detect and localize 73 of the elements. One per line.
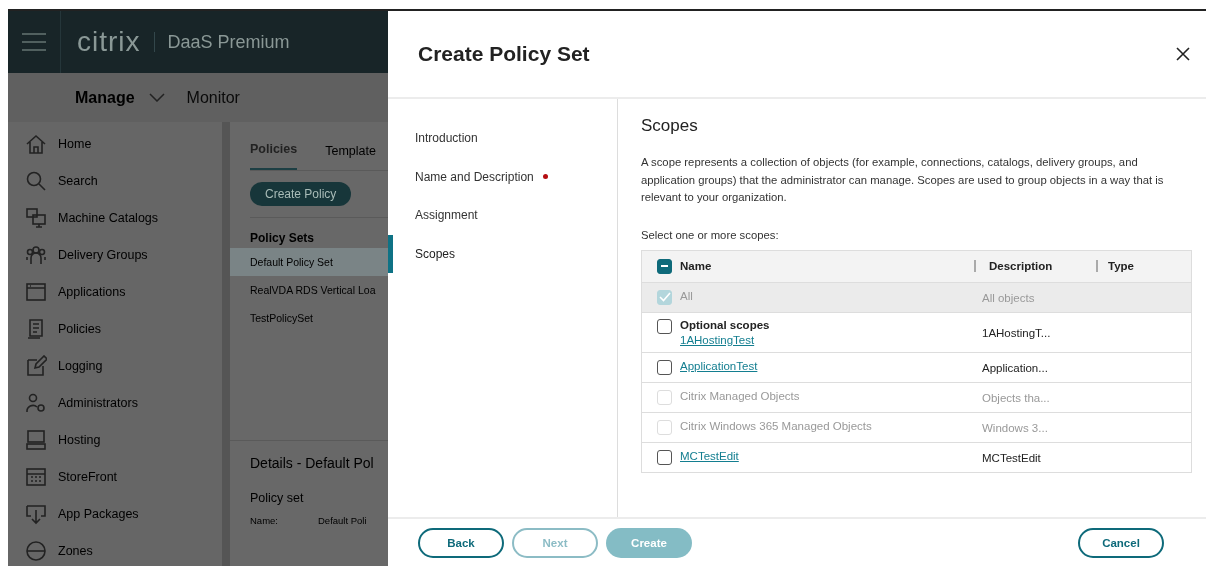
row-checkbox[interactable] [657,449,672,465]
tab[interactable]: Template [325,144,376,170]
table-cell: MCTestEdit [982,452,1041,464]
table-row[interactable]: ApplicationTest Application... [642,352,1191,383]
product-name: DaaS Premium [167,31,290,53]
table-row[interactable]: Optional scopes 1AHostingTest 1AHostingT... [642,312,1191,353]
table-cell: Citrix Managed Objects [680,389,800,402]
chevron-down-icon[interactable] [148,93,165,102]
sidebar-item[interactable]: Hosting [58,432,101,447]
server-icon[interactable] [25,428,47,451]
dialog-title: Create Policy Set [418,42,590,66]
menu-icon[interactable] [22,33,46,51]
sidebar-item[interactable]: Administrators [58,395,138,410]
section-title: Scopes [641,116,699,136]
sidebar-item[interactable]: StoreFront [58,469,118,484]
sidebar-item[interactable]: Policies [58,321,102,336]
close-icon[interactable] [1176,47,1190,61]
section-heading: Policy set [250,491,305,505]
wizard-step[interactable]: Scopes [388,234,617,274]
policy-set-item[interactable]: TestPolicySet [230,304,388,332]
table-row[interactable]: MCTestEdit MCTestEdit [642,442,1191,472]
wizard-step[interactable]: Name and Description [388,157,617,197]
sidebar-item[interactable]: App Packages [58,506,139,521]
scope-link[interactable]: ApplicationTest [680,359,758,372]
section-heading: Policy Sets [249,230,316,247]
policy-set-item[interactable]: Default Policy Set [230,248,388,276]
nav-tab[interactable]: Monitor [186,88,240,107]
search-icon[interactable] [25,169,47,192]
sidebar-item[interactable]: Applications [58,284,126,299]
sidebar-item[interactable]: Logging [58,358,103,373]
create-policy-button[interactable]: Create Policy [250,182,352,206]
details-title: Details - Default Pol [250,455,375,471]
sidebar-item[interactable]: Search [58,173,98,188]
row-checkbox[interactable] [657,359,672,375]
description-text: A scope represents a collection of objects (for example, connections, catalogs, delivery groups, and application groups) that the administrator can manage. Scopes are used to group objects in a way that is relevant to your organization. [641,155,1165,205]
column-header[interactable]: Description [989,260,1053,272]
wizard-step[interactable]: Introduction [388,119,617,158]
table-cell: Citrix Windows 365 Managed Objects [680,419,872,432]
table-cell: Objects tha... [982,392,1050,404]
sidebar-item[interactable]: Zones [58,543,93,558]
row-checkbox[interactable] [657,318,672,334]
window-icon[interactable] [25,280,47,303]
column-header[interactable]: Type [1108,260,1134,272]
monitors-icon[interactable] [25,206,47,229]
download-icon[interactable] [25,502,47,525]
sidebar-item[interactable]: Delivery Groups [58,247,148,262]
people-icon[interactable] [25,243,47,266]
sidebar-item[interactable]: Machine Catalogs [58,210,159,225]
grid-icon[interactable] [25,465,47,488]
scope-link[interactable]: 1AHostingTest [680,333,770,346]
group-label: Optional scopes [680,318,770,331]
table-cell: Application... [982,362,1048,374]
scope-link[interactable]: MCTestEdit [680,449,739,462]
footer-button[interactable]: Back [418,527,504,558]
nav-tab[interactable]: Manage [75,88,135,107]
house-icon[interactable] [25,132,47,155]
field-value: Default Poli [318,515,367,526]
select-all-checkbox[interactable] [657,258,672,274]
sidebar-item[interactable]: Home [58,136,92,151]
field-label: Name: [250,515,278,526]
column-header[interactable]: Name [680,260,712,272]
user-gear-icon[interactable] [25,391,47,414]
table-cell: 1AHostingT... [982,327,1051,339]
edit-icon[interactable] [25,354,47,377]
table-cell: All objects [982,292,1035,304]
table-cell: Windows 3... [982,422,1048,434]
policy-set-item[interactable]: RealVDA RDS Vertical Loa [230,276,388,304]
cancel-button[interactable]: Cancel [1078,527,1164,558]
wizard-step[interactable]: Assignment [388,196,617,235]
brand-logo: citrix [77,26,141,58]
prompt-text: Select one or more scopes: [641,228,780,241]
table-cell: All [680,289,693,302]
tab[interactable]: Policies [250,142,298,170]
